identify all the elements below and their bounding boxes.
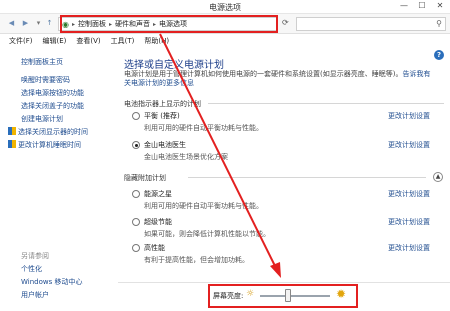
sidebar-link-sleep: 更改计算机睡眠时间 [18, 141, 81, 149]
plan-radio-energy-star[interactable] [132, 190, 140, 198]
title-bar: 电源选项 — ☐ ✕ [0, 0, 450, 14]
hidden-plans-heading: 隐藏附加计划 [124, 174, 166, 182]
plan-radio-jinshan[interactable] [132, 141, 140, 149]
change-plan-settings-link[interactable]: 更改计划设置 [388, 189, 430, 199]
sidebar-link-power-button[interactable]: 选择电源按钮的功能 [21, 88, 84, 98]
menu-help[interactable]: 帮助(H) [144, 36, 169, 46]
menu-tools[interactable]: 工具(T) [111, 36, 135, 46]
plan-desc-energy-star: 利用可用的硬件自动平衡功耗与性能。 [144, 202, 263, 210]
sidebar: 控制面板主页 唤醒时需要密码 选择电源按钮的功能 选择关闭盖子的功能 创建电源计… [0, 48, 118, 311]
plan-desc-jinshan: 金山电池医生场景优化方案 [144, 153, 228, 161]
sidebar-link-user-accounts[interactable]: 用户帐户 [21, 290, 49, 300]
highlight-box-address [60, 15, 278, 33]
chevron-up-icon[interactable]: ▲ [433, 172, 443, 182]
sidebar-link-home[interactable]: 控制面板主页 [21, 57, 63, 67]
forward-arrow-icon[interactable]: ▶ [20, 18, 31, 29]
highlight-box-brightness [208, 284, 358, 308]
history-dropdown-icon[interactable]: ▾ [33, 18, 44, 29]
preferred-plans-heading: 电池指示器上显示的计划 [124, 100, 201, 108]
change-plan-settings-link[interactable]: 更改计划设置 [388, 243, 430, 253]
menu-edit[interactable]: 编辑(E) [43, 36, 67, 46]
maximize-button[interactable]: ☐ [416, 1, 428, 10]
help-icon[interactable]: ? [434, 50, 444, 60]
plan-radio-power-saver[interactable] [132, 218, 140, 226]
back-arrow-icon[interactable]: ◀ [6, 18, 17, 29]
plan-desc-high-performance: 有利于提高性能，但会增加功耗。 [144, 256, 249, 264]
window-title: 电源选项 [209, 3, 241, 12]
plan-radio-high-performance[interactable] [132, 244, 140, 252]
plan-name-energy-star: 能源之星 [144, 190, 172, 198]
sidebar-link-create-plan[interactable]: 创建电源计划 [21, 114, 63, 124]
menu-file[interactable]: 文件(F) [9, 36, 33, 46]
shield-icon [8, 127, 16, 135]
see-also-heading: 另请参阅 [21, 252, 49, 260]
sidebar-link-lid[interactable]: 选择关闭盖子的功能 [21, 101, 84, 111]
sidebar-item-sleep[interactable]: 更改计算机睡眠时间 [8, 140, 81, 150]
sidebar-item-display-off[interactable]: 选择关闭显示器的时间 [8, 127, 88, 137]
page-description: 电源计划是用于管理计算机如何使用电源的一套硬件和系统设置(如显示器亮度、睡眠等)… [124, 70, 436, 88]
plan-radio-balanced[interactable] [132, 112, 140, 120]
change-plan-settings-link[interactable]: 更改计划设置 [388, 217, 430, 227]
plan-name-high-performance: 高性能 [144, 244, 165, 252]
sidebar-link-display-off: 选择关闭显示器的时间 [18, 128, 88, 136]
refresh-icon[interactable]: ⟳ [282, 18, 289, 27]
change-plan-settings-link[interactable]: 更改计划设置 [388, 111, 430, 121]
shield-icon [8, 140, 16, 148]
page-title: 选择或自定义电源计划 [124, 60, 224, 71]
window-controls: — ☐ ✕ [398, 1, 446, 10]
menu-bar: 文件(F) 编辑(E) 查看(V) 工具(T) 帮助(H) [0, 34, 450, 48]
sidebar-link-wake-password[interactable]: 唤醒时需要密码 [21, 75, 70, 85]
divider [208, 103, 444, 104]
close-button[interactable]: ✕ [434, 1, 446, 10]
menu-view[interactable]: 查看(V) [76, 36, 100, 46]
description-text: 电源计划是用于管理计算机如何使用电源的一套硬件和系统设置(如显示器亮度、睡眠等)… [124, 70, 403, 78]
up-arrow-icon[interactable]: ↑ [44, 18, 55, 29]
plan-desc-power-saver: 如果可能，则会降低计算机性能以节能。 [144, 230, 270, 238]
minimize-button[interactable]: — [398, 1, 410, 10]
search-input[interactable]: ⚲ [296, 17, 446, 31]
plan-desc-balanced: 利用可用的硬件自动平衡功耗与性能。 [144, 124, 263, 132]
sidebar-link-mobility-center[interactable]: Windows 移动中心 [21, 277, 82, 287]
change-plan-settings-link[interactable]: 更改计划设置 [388, 140, 430, 150]
plan-name-power-saver: 超级节能 [144, 218, 172, 226]
plan-name-jinshan: 金山电池医生 [144, 141, 186, 149]
divider [188, 177, 426, 178]
search-icon: ⚲ [436, 19, 442, 28]
main-content: ? 选择或自定义电源计划 电源计划是用于管理计算机如何使用电源的一套硬件和系统设… [118, 48, 450, 311]
sidebar-link-personalize[interactable]: 个性化 [21, 264, 42, 274]
plan-name-balanced: 平衡 (推荐) [144, 112, 180, 120]
